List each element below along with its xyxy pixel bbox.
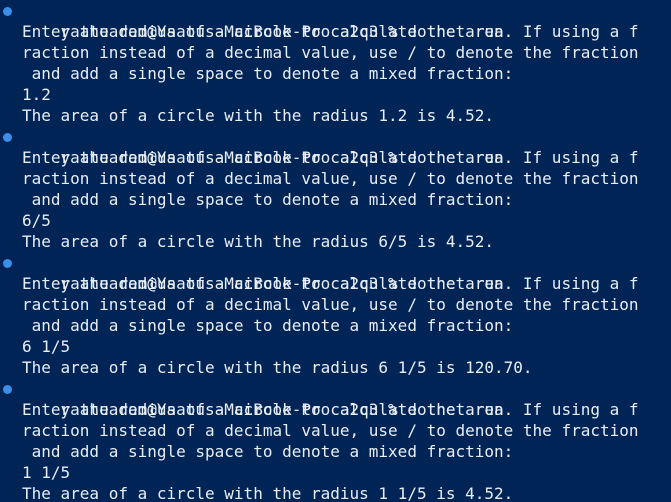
output-line: and add a single space to denote a mixed… — [22, 316, 514, 335]
user-input-line: 1.2 — [22, 85, 51, 104]
output-line: and add a single space to denote a mixed… — [22, 64, 514, 83]
prompt-status-dot-icon — [3, 7, 12, 16]
result-line: The area of a circle with the radius 6 1… — [22, 358, 533, 377]
output-line: Enter the radius of a circle to calculat… — [22, 400, 639, 419]
user-input-line: 6/5 — [22, 211, 51, 230]
result-line: The area of a circle with the radius 6/5… — [22, 232, 495, 251]
output-line: raction instead of a decimal value, use … — [22, 295, 639, 314]
command-prompt-line: yaatuadem@Yaatus-MacBook-Pro a2q3 % dotn… — [0, 126, 671, 167]
output-line: and add a single space to denote a mixed… — [22, 442, 514, 461]
prompt-status-dot-icon — [3, 385, 12, 394]
result-line: The area of a circle with the radius 1.2… — [22, 106, 495, 125]
output-line: Enter the radius of a circle to calculat… — [22, 22, 639, 41]
output-line: and add a single space to denote a mixed… — [22, 190, 514, 209]
user-input-line: 1 1/5 — [22, 463, 71, 482]
prompt-status-dot-icon — [3, 259, 12, 268]
result-line: The area of a circle with the radius 1 1… — [22, 484, 514, 502]
output-line: raction instead of a decimal value, use … — [22, 421, 639, 440]
command-prompt-line: yaatuadem@Yaatus-MacBook-Pro a2q3 % dotn… — [0, 0, 671, 41]
terminal-window[interactable]: yaatuadem@Yaatus-MacBook-Pro a2q3 % dotn… — [0, 0, 671, 502]
output-line: Enter the radius of a circle to calculat… — [22, 148, 639, 167]
output-line: raction instead of a decimal value, use … — [22, 169, 639, 188]
output-line: raction instead of a decimal value, use … — [22, 43, 639, 62]
command-prompt-line: yaatuadem@Yaatus-MacBook-Pro a2q3 % dotn… — [0, 252, 671, 293]
output-line: Enter the radius of a circle to calculat… — [22, 274, 639, 293]
user-input-line: 6 1/5 — [22, 337, 71, 356]
command-prompt-line: yaatuadem@Yaatus-MacBook-Pro a2q3 % dotn… — [0, 378, 671, 419]
prompt-status-dot-icon — [3, 133, 12, 142]
